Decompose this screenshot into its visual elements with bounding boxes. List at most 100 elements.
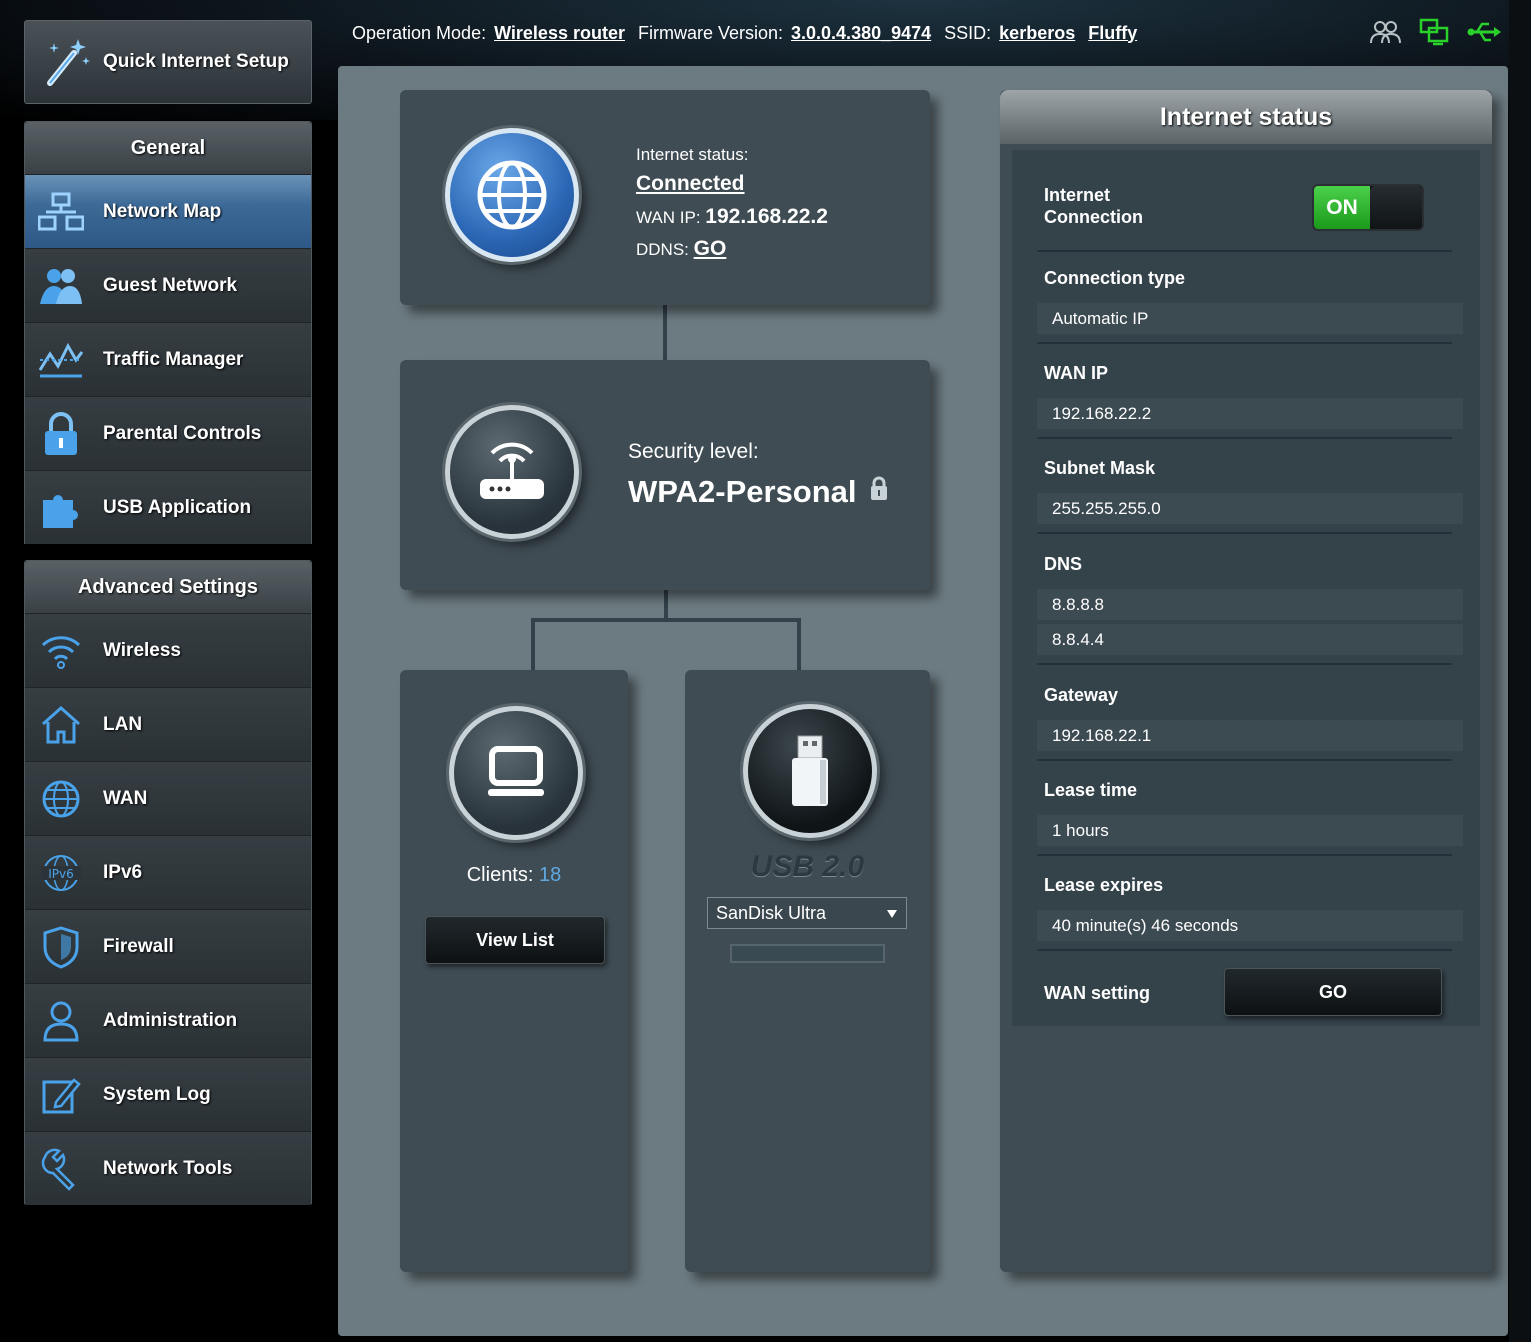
client-computer-icon[interactable] [449,706,583,840]
lease-time-value: 1 hours [1037,815,1463,846]
dns-secondary-value: 8.8.4.4 [1037,624,1463,655]
wan-setting-label: WAN setting [1044,983,1150,1003]
sidebar-item-ipv6[interactable]: IPv6 IPv6 [25,835,311,909]
network-status-icon[interactable] [1419,18,1449,51]
wan-ip-label: WAN IP [1044,363,1109,383]
ipv6-icon: IPv6 [37,849,85,897]
internet-connection-toggle[interactable]: ON [1312,184,1424,231]
sidebar-item-label: Parental Controls [103,422,262,444]
clients-count[interactable]: 18 [539,864,561,886]
ssid-label: SSID: [944,22,992,43]
sidebar-item-system-log[interactable]: System Log [25,1057,311,1131]
general-title: General [25,122,311,174]
divider [1037,250,1452,252]
operation-mode-label: Operation Mode: [352,22,487,43]
gateway-label: Gateway [1044,685,1119,705]
internet-connection-label: Internet Connection [1044,184,1143,228]
toggle-knob [1370,186,1422,229]
sidebar-item-guest-network[interactable]: Guest Network [25,248,311,322]
ddns-label: DDNS: [636,240,689,260]
sidebar-item-firewall[interactable]: Firewall [25,909,311,983]
ssid-link-2[interactable]: Fluffy [1088,23,1137,44]
puzzle-icon [37,484,85,532]
internet-connection-line-2: Connection [1044,207,1143,227]
clients-label: Clients: [466,864,534,886]
divider [1037,949,1452,951]
connector-line [663,305,667,361]
usb-drive-icon[interactable] [743,704,877,838]
internet-connection-line-1: Internet [1044,185,1111,205]
sidebar-item-label: Network Map [103,200,222,222]
dns-primary-value: 8.8.8.8 [1037,589,1463,620]
divider [1037,759,1452,761]
lease-expires-value: 40 minute(s) 46 seconds [1037,910,1463,941]
usb-usage-bar [730,944,885,963]
internet-status-link[interactable]: Connected [636,168,828,201]
wan-ip-row: WAN IP: 192.168.22.2 [636,201,828,234]
sidebar-item-traffic-manager[interactable]: Traffic Manager [25,322,311,396]
ddns-go-link[interactable]: GO [694,237,727,260]
network-map-icon [37,188,85,236]
wrench-icon [37,1145,85,1193]
ddns-row: DDNS: GO [636,233,828,266]
sidebar-item-label: Administration [103,1009,238,1031]
quick-internet-setup-button[interactable]: Quick Internet Setup [24,20,312,104]
sidebar-item-label: WAN [103,787,148,809]
firmware-link[interactable]: 3.0.0.4.380_9474 [791,23,931,44]
general-menu: General Network Map Guest Network Traffi… [24,121,312,544]
window-edge [1509,0,1531,1342]
wan-ip-label: WAN IP: [636,207,701,227]
sidebar-item-label: USB Application [103,496,252,518]
divider [1037,854,1452,856]
wan-ip-value: 192.168.22.2 [1037,398,1463,429]
internet-globe-icon[interactable] [445,128,579,262]
view-list-button[interactable]: View List [425,916,605,964]
subnet-mask-value: 255.255.255.0 [1037,493,1463,524]
wan-setting-go-button[interactable]: GO [1224,968,1442,1016]
dns-label: DNS [1044,554,1083,574]
router-icon[interactable] [445,405,579,539]
sidebar-item-lan[interactable]: LAN [25,687,311,761]
connector-line [531,618,535,672]
globe-icon [37,775,85,823]
sidebar-item-parental-controls[interactable]: Parental Controls [25,396,311,470]
divider [1037,532,1452,534]
usb-device-select[interactable]: SanDisk Ultra [707,897,907,929]
divider [1037,342,1452,344]
connection-type-value: Automatic IP [1037,303,1463,334]
advanced-menu: Advanced Settings Wireless LAN WAN IPv6 … [24,560,312,1205]
traffic-manager-icon [37,336,85,384]
connector-line [797,618,801,672]
sidebar-item-network-map[interactable]: Network Map [25,174,311,248]
sidebar-item-label: Network Tools [103,1157,233,1179]
sidebar-item-network-tools[interactable]: Network Tools [25,1131,311,1205]
security-level-label: Security level: [628,440,759,463]
shield-icon [37,923,85,971]
operation-mode-link[interactable]: Wireless router [494,23,625,44]
divider [1037,663,1452,665]
status-bar: Operation Mode: Wireless router Firmware… [352,20,1150,46]
sidebar-item-label: Wireless [103,639,181,661]
security-level-value: WPA2-Personal [628,474,857,509]
sidebar-item-usb-application[interactable]: USB Application [25,470,311,544]
users-icon[interactable] [1369,19,1401,50]
house-icon [37,701,85,749]
padlock-icon [869,474,889,510]
sidebar-item-wireless[interactable]: Wireless [25,613,311,687]
svg-text:IPv6: IPv6 [48,867,74,881]
sidebar-item-administration[interactable]: Administration [25,983,311,1057]
clients-count-row: Clients: 18 [400,864,628,887]
connector-line [531,618,801,622]
ssid-link-1[interactable]: kerberos [999,23,1075,44]
quick-setup-label: Quick Internet Setup [103,51,289,72]
lease-time-label: Lease time [1044,780,1138,800]
usb-status-icon[interactable] [1467,20,1503,49]
connection-type-label: Connection type [1044,268,1186,288]
subnet-mask-label: Subnet Mask [1044,458,1156,478]
usb-device-value: SanDisk Ultra [716,902,827,923]
guest-network-icon [37,262,85,310]
magic-wand-icon [37,32,97,92]
sidebar-item-wan[interactable]: WAN [25,761,311,835]
status-icons [1369,18,1503,51]
dropdown-arrow-icon [886,903,898,924]
